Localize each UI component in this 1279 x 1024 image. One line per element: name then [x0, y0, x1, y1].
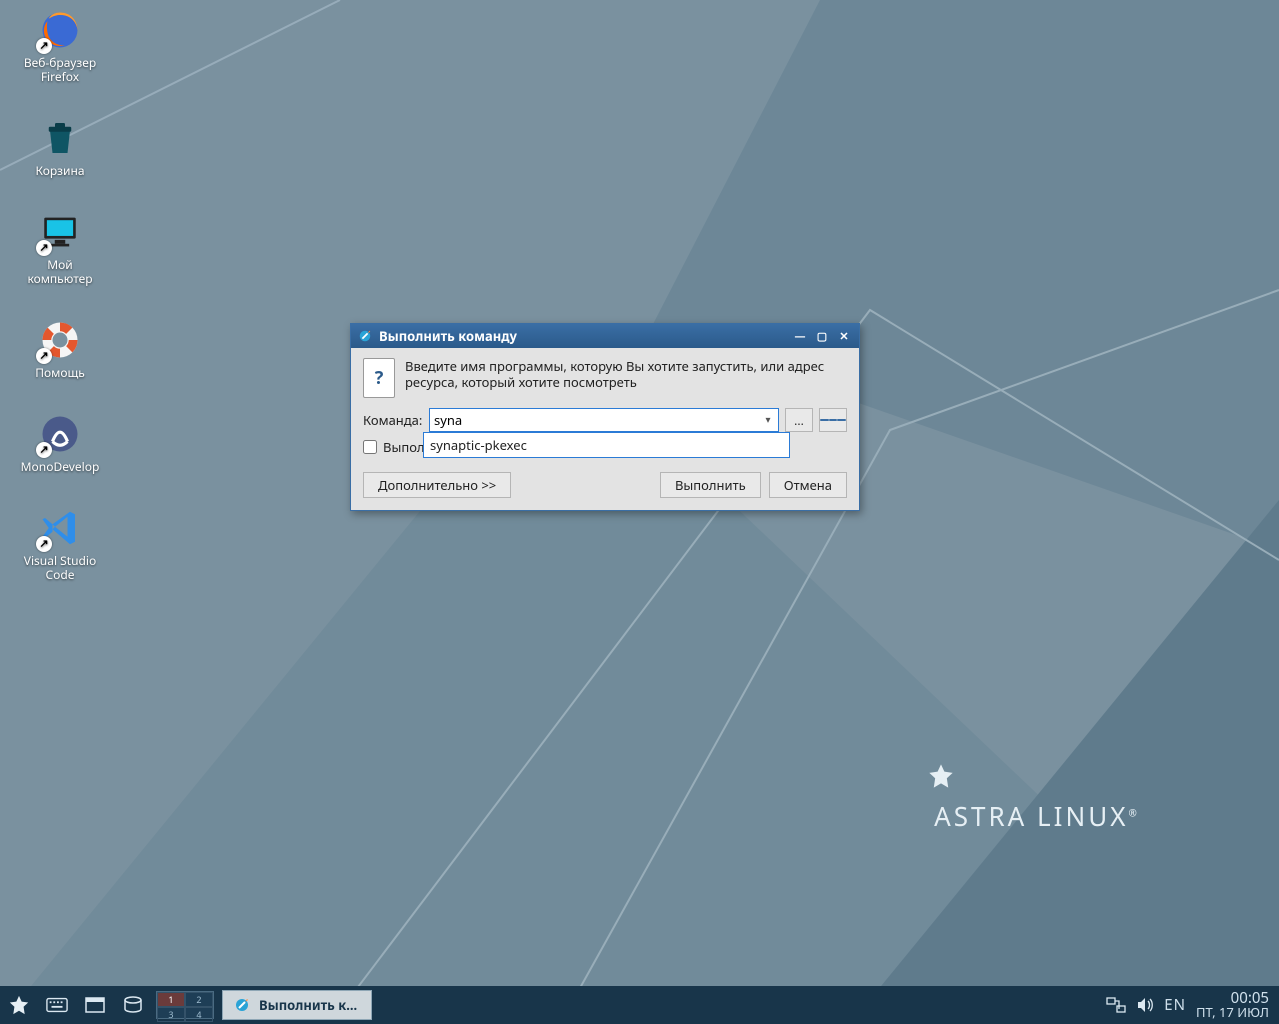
workspace-3[interactable]: 3 — [157, 1007, 185, 1022]
desktop-icon-mycomputer[interactable]: ↗ Мой компьютер — [14, 210, 106, 286]
desktop-wallpaper: ASTRA LINUX® — [0, 0, 1279, 1024]
taskbar-task-label: Выполнить к... — [259, 996, 357, 1014]
advanced-button[interactable]: Дополнительно >> — [363, 472, 511, 498]
shortcut-overlay-icon: ↗ — [36, 536, 52, 552]
file-manager-button[interactable] — [114, 986, 152, 1024]
desktop-icon-trash[interactable]: Корзина — [14, 116, 106, 178]
close-button[interactable]: ✕ — [835, 328, 853, 344]
astra-linux-logo: ASTRA LINUX® — [927, 762, 1147, 834]
desktop-icon-help[interactable]: ↗ Помощь — [14, 318, 106, 380]
workspace-4[interactable]: 4 — [185, 1007, 213, 1022]
desktop-icon-label: Помощь — [35, 366, 85, 380]
taskbar-task-run-command[interactable]: Выполнить к... — [222, 990, 372, 1020]
history-button[interactable] — [819, 408, 847, 432]
chevron-down-icon[interactable]: ▾ — [761, 412, 775, 426]
question-document-icon: ? — [363, 358, 395, 398]
desktop-icon-monodevelop[interactable]: ↗ MonoDevelop — [14, 412, 106, 474]
dialog-titlebar[interactable]: Выполнить команду ― ▢ ✕ — [351, 324, 859, 348]
desktop-icon-label: Visual Studio Code — [24, 554, 96, 582]
system-tray: EN 00:05 ПТ, 17 ИЮЛ — [1106, 986, 1279, 1024]
tray-clock[interactable]: 00:05 ПТ, 17 ИЮЛ — [1196, 991, 1269, 1019]
taskbar: 1 2 3 4 Выполнить к... EN 00:05 ПТ, 17 И… — [0, 986, 1279, 1024]
desktop-icon-label: Веб-браузер Firefox — [24, 56, 96, 84]
command-input[interactable] — [429, 408, 779, 432]
desktop-icon-vscode[interactable]: ↗ Visual Studio Code — [14, 506, 106, 582]
lifebuoy-icon: ↗ — [38, 318, 82, 362]
brand-text: ASTRA LINUX — [934, 798, 1128, 834]
cancel-button[interactable]: Отмена — [769, 472, 847, 498]
shortcut-overlay-icon: ↗ — [36, 442, 52, 458]
vscode-icon: ↗ — [38, 506, 82, 550]
tray-volume-icon[interactable] — [1136, 986, 1154, 1024]
run-in-terminal-label: Выпол — [383, 438, 425, 456]
dialog-instruction: Введите имя программы, которую Вы хотите… — [405, 358, 847, 398]
clock-date: ПТ, 17 ИЮЛ — [1196, 1005, 1269, 1019]
run-icon — [233, 996, 251, 1014]
run-in-terminal-checkbox[interactable] — [363, 440, 377, 454]
show-desktop-button[interactable] — [76, 986, 114, 1024]
desktop-icon-label: Мой компьютер — [27, 258, 92, 286]
shortcut-overlay-icon: ↗ — [36, 38, 52, 54]
run-command-dialog: Выполнить команду ― ▢ ✕ ? Введите имя пр… — [350, 323, 860, 511]
desktop-icon-label: MonoDevelop — [21, 460, 100, 474]
run-icon — [357, 328, 373, 344]
tray-language-indicator[interactable]: EN — [1164, 995, 1186, 1015]
monodevelop-icon: ↗ — [38, 412, 82, 456]
start-menu-button[interactable] — [0, 986, 38, 1024]
desktop-icon-firefox[interactable]: ↗ Веб-браузер Firefox — [14, 8, 106, 84]
desktop-icon-label: Корзина — [35, 164, 84, 178]
autocomplete-item[interactable]: synaptic-pkexec — [430, 436, 527, 454]
autocomplete-popup[interactable]: synaptic-pkexec — [423, 432, 790, 458]
trash-icon — [38, 116, 82, 160]
shortcut-overlay-icon: ↗ — [36, 240, 52, 256]
execute-button[interactable]: Выполнить — [660, 472, 761, 498]
dialog-title: Выполнить команду — [379, 327, 517, 345]
workspace-1[interactable]: 1 — [157, 992, 185, 1007]
desktop-icons-area: ↗ Веб-браузер Firefox Корзина ↗ Мой комп… — [14, 8, 114, 614]
computer-icon: ↗ — [38, 210, 82, 254]
firefox-icon: ↗ — [38, 8, 82, 52]
maximize-button[interactable]: ▢ — [813, 328, 831, 344]
command-label: Команда: — [363, 411, 423, 429]
minimize-button[interactable]: ― — [791, 328, 809, 344]
workspace-2[interactable]: 2 — [185, 992, 213, 1007]
tray-network-icon[interactable] — [1106, 986, 1126, 1024]
shortcut-overlay-icon: ↗ — [36, 348, 52, 364]
browse-button[interactable]: ... — [785, 408, 813, 432]
virtual-keyboard-button[interactable] — [38, 986, 76, 1024]
workspace-switcher[interactable]: 1 2 3 4 — [156, 991, 214, 1019]
